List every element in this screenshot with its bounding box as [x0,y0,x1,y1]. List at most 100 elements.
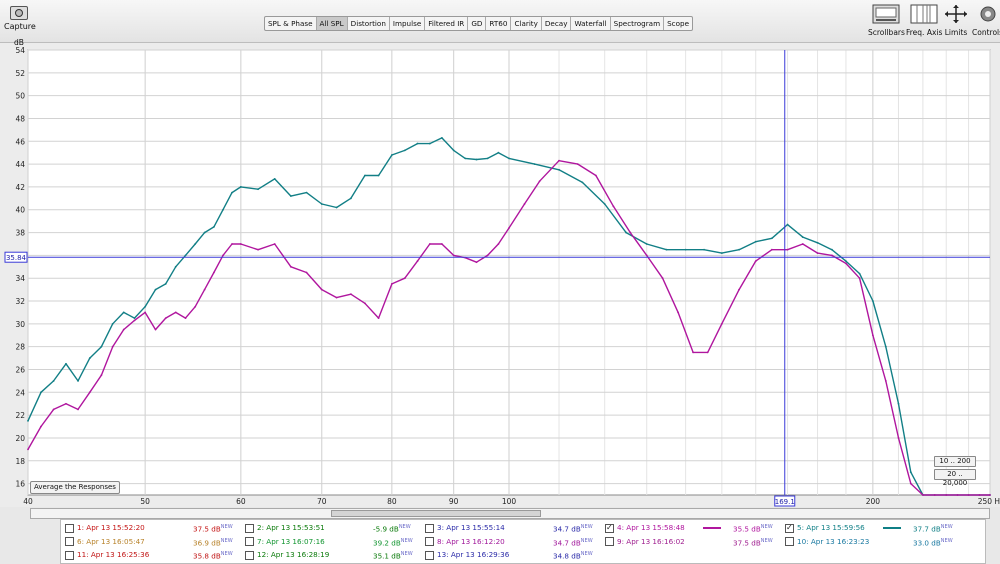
data-point [154,288,157,291]
data-point [164,317,167,320]
data-point [786,223,789,226]
data-point [738,288,740,291]
data-point [486,254,489,257]
data-point [754,260,757,262]
legend-checkbox[interactable] [245,523,254,533]
legend-checkbox[interactable] [785,537,794,546]
legend-item[interactable]: 9: Apr 13 16:16:02 [605,535,685,548]
data-point [645,254,648,257]
legend-checkbox[interactable] [65,537,74,546]
data-point [390,283,393,285]
data-point [508,227,510,229]
y-tick-label: 46 [15,137,25,146]
legend-label: 1: Apr 13 15:52:20 [77,523,145,532]
horizontal-scrollbar[interactable] [30,508,990,519]
data-point [273,178,276,180]
data-point [27,448,29,451]
data-point [594,174,597,177]
data-point [111,322,114,325]
data-point [257,188,259,191]
range-20-20000-button[interactable]: 20 .. 20,000 [934,469,976,487]
legend-checkbox[interactable] [425,523,434,533]
data-point [231,243,233,245]
data-point [213,271,215,274]
legend-item[interactable]: 5: Apr 13 15:59:56 [785,521,865,534]
new-badge: NEW [580,551,593,557]
data-point [377,174,380,177]
data-point [967,494,970,496]
data-point [390,154,393,156]
legend-value: 34.7 dBNEW [553,535,593,548]
data-point [364,174,366,177]
legend-value-text: 37.5 dB [733,537,761,547]
data-point [703,248,705,251]
data-point [144,305,147,308]
legend-checkbox[interactable] [425,550,434,560]
data-point [677,311,679,314]
data-point [897,402,900,405]
scrollbar-thumb[interactable] [331,510,541,517]
legend-checkbox[interactable] [785,521,794,534]
data-point [801,236,804,239]
y-tick-label: 44 [15,160,25,169]
legend-label: 11: Apr 13 16:25:36 [77,550,150,559]
legend-item[interactable]: 11: Apr 13 16:25:36 [65,548,149,561]
data-point [720,322,723,325]
spl-chart[interactable]: 40 50 60 70 80 90 100 200 250 Hz 16 18 20 22 24 26 28 30… [0,0,1000,508]
data-point [289,265,292,268]
data-point [645,243,648,245]
legend-label: 10: Apr 13 16:23:23 [797,536,870,546]
legend-item[interactable]: 13: Apr 13 16:29:36 [425,548,509,561]
legend-item[interactable]: 2: Apr 13 15:53:51 [245,521,325,534]
legend-item[interactable]: 1: Apr 13 15:52:20 [65,521,145,534]
data-point [320,203,323,205]
data-point [144,311,147,314]
data-point [194,305,197,308]
legend-value-text: 34.8 dB [553,551,581,561]
data-point [858,277,861,280]
legend-item[interactable]: 8: Apr 13 16:12:20 [425,535,505,548]
new-badge: NEW [220,551,233,557]
legend-value-text: 35.1 dB [373,551,401,561]
legend-item[interactable]: 6: Apr 13 16:05:47 [65,535,145,548]
legend-item[interactable]: 3: Apr 13 15:55:14 [425,521,505,534]
legend-checkbox[interactable] [65,550,74,560]
range-10-200-button[interactable]: 10 .. 200 [934,456,976,467]
average-responses-button[interactable]: Average the Responses [30,481,120,494]
data-point [213,225,215,228]
data-point [989,494,991,496]
legend-checkbox[interactable] [65,523,74,533]
legend-item[interactable]: 7: Apr 13 16:07:16 [245,535,325,548]
legend-value-text: 35.8 dB [193,551,221,561]
data-point [558,159,560,162]
data-point [184,254,187,257]
legend-item[interactable]: 10: Apr 13 16:23:23 [785,535,869,548]
legend-checkbox[interactable] [605,521,614,534]
data-point [576,163,579,166]
legend-checkbox[interactable] [245,537,254,546]
data-point [111,345,114,348]
y-tick-label: 40 [15,206,25,215]
y-tick-label: 50 [15,92,25,101]
data-point [440,136,443,139]
data-point [335,206,338,209]
data-point [88,357,91,359]
data-point [945,494,948,496]
y-tick-label: 26 [15,365,25,374]
new-badge: NEW [400,537,413,544]
cursor-x-readout: 169.1 [775,498,795,506]
data-point [428,243,431,245]
legend-checkbox[interactable] [605,537,614,546]
data-point [222,254,224,257]
data-point [956,494,959,496]
legend-item[interactable]: 12: Apr 13 16:28:19 [245,548,329,561]
data-point [816,252,819,255]
legend-checkbox[interactable] [425,537,434,546]
legend-value-text: 37.5 dB [193,524,221,534]
data-point [871,300,874,302]
legend-item[interactable]: 4: Apr 13 15:58:48 [605,521,685,534]
data-point [770,237,773,240]
legend-checkbox[interactable] [245,550,254,560]
data-point [978,494,981,496]
legend-value-text: 37.7 dB [913,524,941,534]
